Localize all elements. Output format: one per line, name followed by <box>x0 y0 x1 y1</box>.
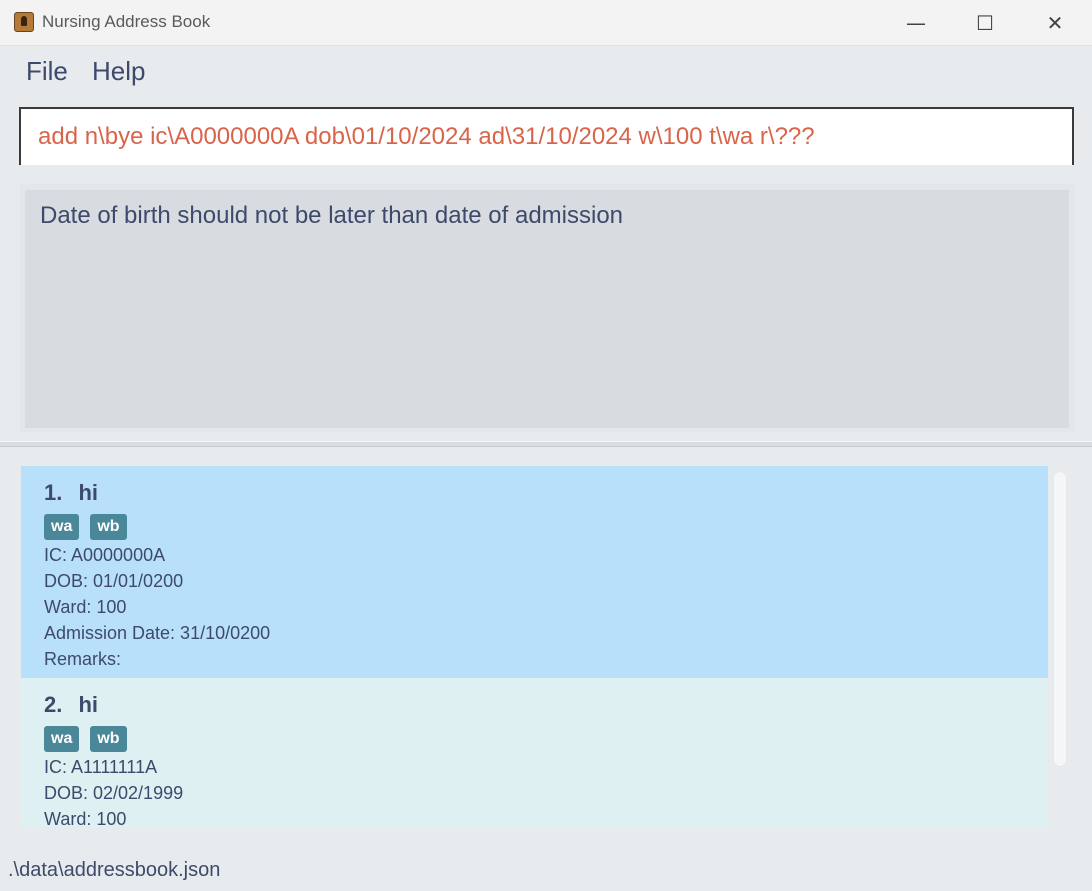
title-bar: Nursing Address Book — ☐ ✕ <box>0 0 1092 46</box>
data-file-path: .\data\addressbook.json <box>8 859 221 881</box>
window-title: Nursing Address Book <box>42 12 211 31</box>
patient-tag: wb <box>90 726 127 752</box>
command-input-text[interactable]: add n\bye ic\A0000000A dob\01/10/2024 ad… <box>38 123 815 151</box>
patient-name: hi <box>78 480 99 505</box>
patient-ward: Ward: 100 <box>44 809 127 827</box>
result-message: Date of birth should not be later than d… <box>40 202 624 229</box>
maximize-button[interactable]: ☐ <box>950 0 1020 45</box>
patient-dob: DOB: 01/01/0200 <box>44 571 184 591</box>
patient-index: 2. <box>44 692 63 717</box>
panel-divider[interactable] <box>0 441 1092 447</box>
patient-tag: wa <box>44 726 80 752</box>
result-display[interactable]: Date of birth should not be later than d… <box>25 190 1069 428</box>
patient-name: hi <box>78 692 99 717</box>
patient-list-scrollbar[interactable] <box>1053 471 1067 767</box>
patient-card[interactable]: 1. hi wa wb IC: A0000000A DOB: 01/01/020… <box>21 466 1048 678</box>
patient-name-row: 1. hi <box>44 480 1048 508</box>
close-button[interactable]: ✕ <box>1020 0 1090 45</box>
menu-file[interactable]: File <box>26 56 68 87</box>
command-input[interactable]: add n\bye ic\A0000000A dob\01/10/2024 ad… <box>19 107 1074 165</box>
menu-help[interactable]: Help <box>92 56 145 87</box>
patient-tags: wa wb <box>44 514 1048 542</box>
patient-admission-date: Admission Date: 31/10/0200 <box>44 623 271 643</box>
patient-ward: Ward: 100 <box>44 597 127 617</box>
patient-index: 1. <box>44 480 63 505</box>
patient-tag: wb <box>90 514 127 540</box>
patient-name-row: 2. hi <box>44 692 1048 720</box>
patient-tag: wa <box>44 514 80 540</box>
patient-remarks: Remarks: <box>44 649 122 669</box>
address-book-app-icon <box>14 12 34 32</box>
menu-bar: File Help <box>2 46 1090 100</box>
status-bar: .\data\addressbook.json <box>0 845 1092 891</box>
patient-card[interactable]: 2. hi wa wb IC: A1111111A DOB: 02/02/199… <box>21 678 1048 827</box>
minimize-button[interactable]: — <box>881 0 951 45</box>
patient-tags: wa wb <box>44 726 1048 754</box>
patient-dob: DOB: 02/02/1999 <box>44 783 184 803</box>
patient-ic: IC: A0000000A <box>44 545 166 565</box>
patient-ic: IC: A1111111A <box>44 757 158 777</box>
patient-list[interactable]: 1. hi wa wb IC: A0000000A DOB: 01/01/020… <box>21 466 1048 827</box>
